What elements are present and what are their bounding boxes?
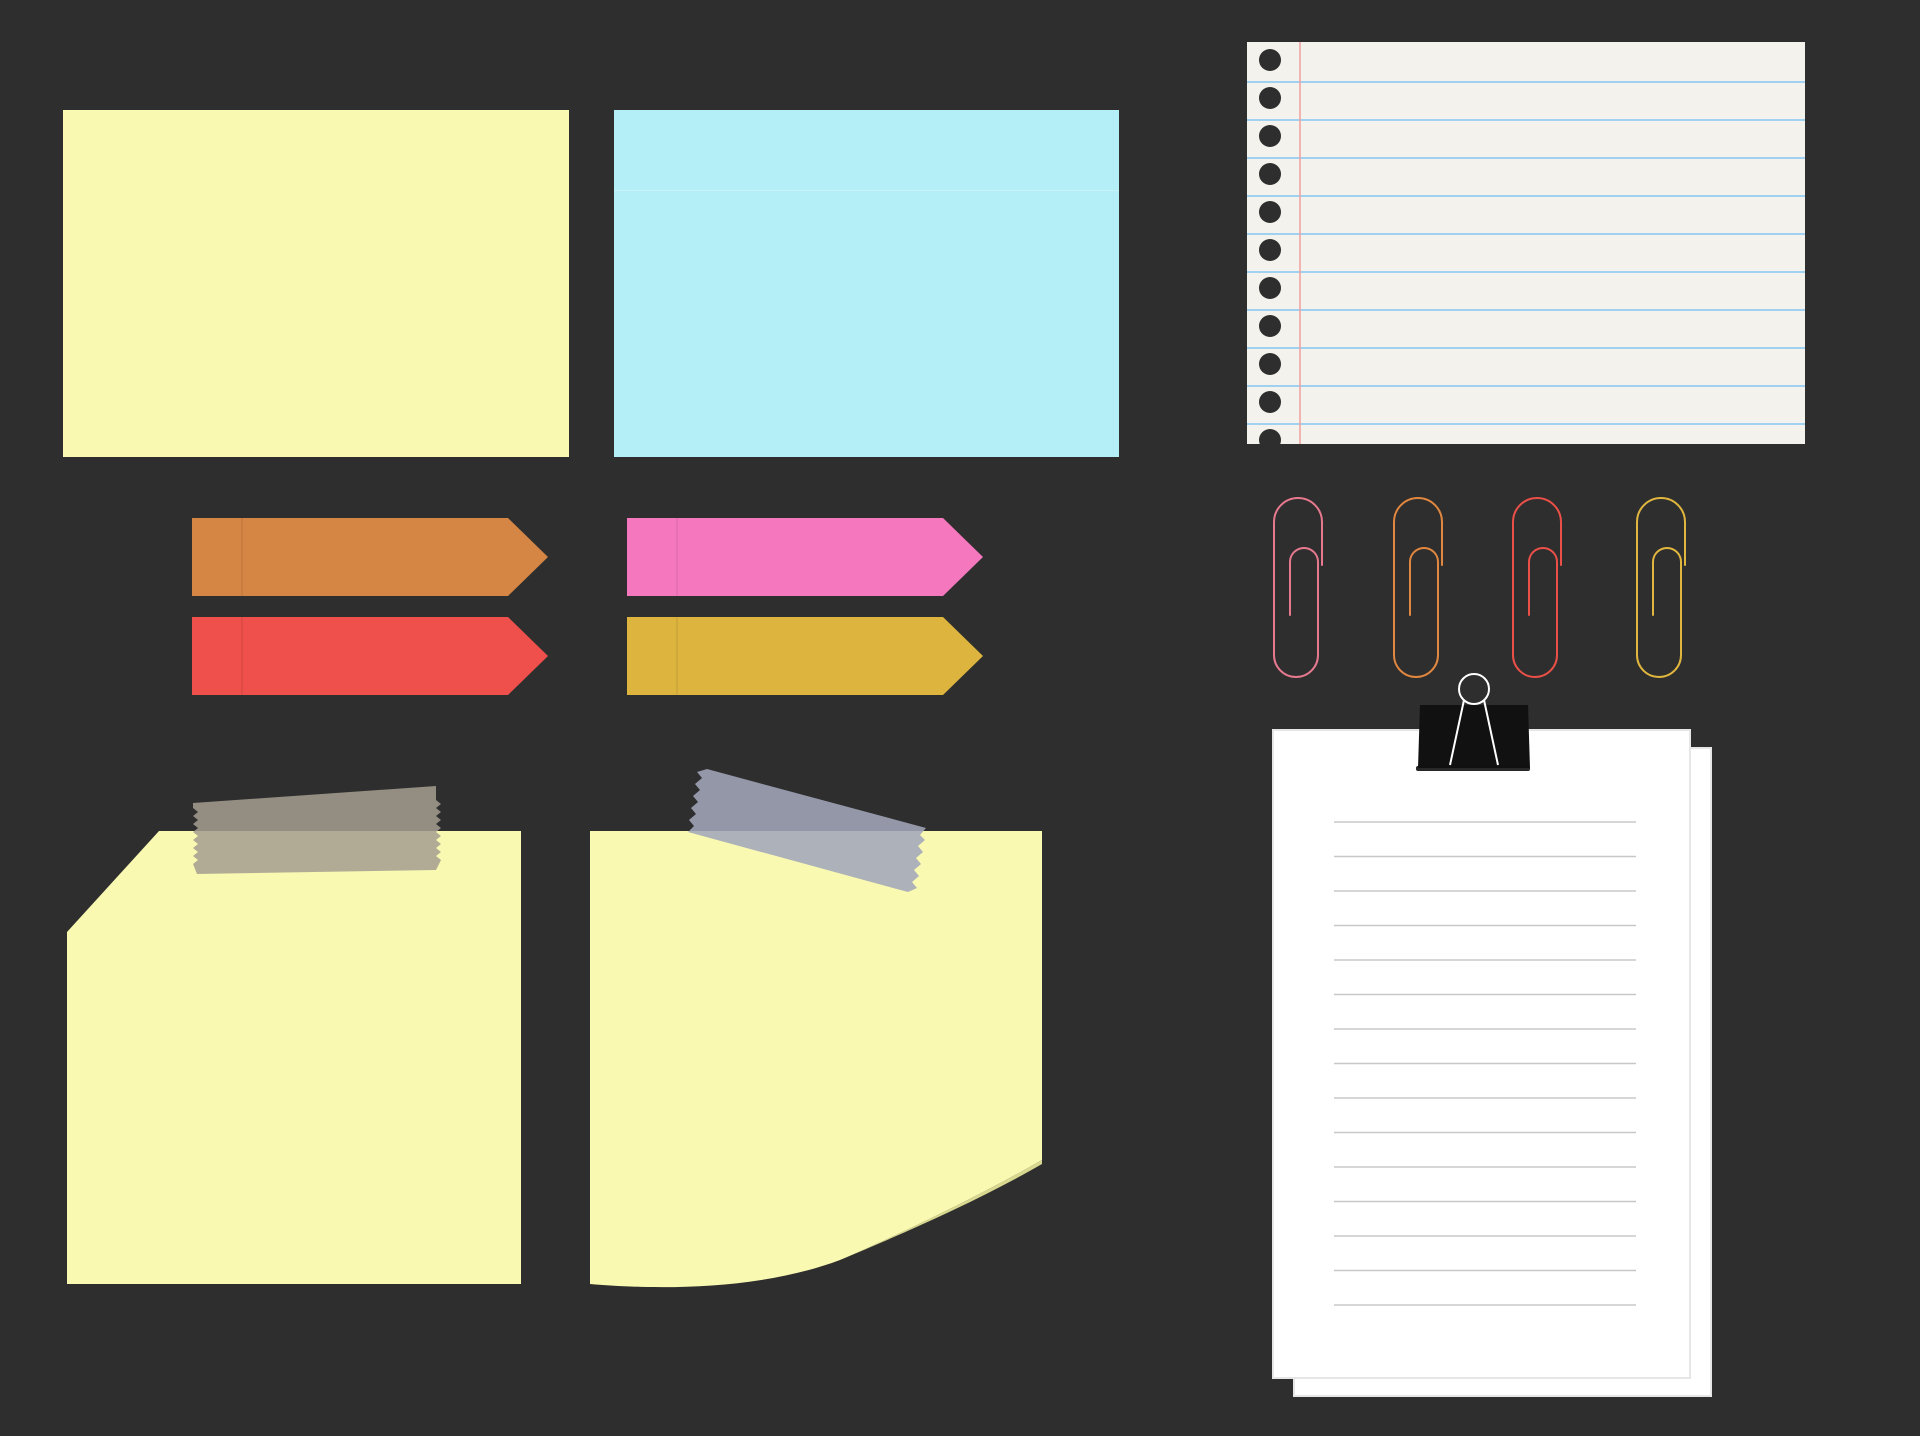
notebook-paper[interactable] bbox=[1247, 42, 1805, 451]
notebook-hole bbox=[1259, 163, 1281, 185]
notebook-hole bbox=[1259, 87, 1281, 109]
notebook-hole bbox=[1259, 315, 1281, 337]
flag-pink[interactable] bbox=[627, 518, 983, 596]
notebook-hole bbox=[1259, 277, 1281, 299]
clipped-paper[interactable] bbox=[1272, 729, 1691, 1379]
notebook-hole bbox=[1259, 429, 1281, 451]
flag-gold[interactable] bbox=[627, 617, 983, 695]
sticky-note-yellow-rect[interactable] bbox=[63, 110, 569, 457]
notebook-hole bbox=[1259, 201, 1281, 223]
notebook-hole bbox=[1259, 49, 1281, 71]
notebook-hole bbox=[1259, 239, 1281, 261]
flag-orange[interactable] bbox=[192, 518, 548, 596]
flag-red[interactable] bbox=[192, 617, 548, 695]
sticky-note-blue-rect[interactable] bbox=[614, 110, 1119, 457]
notebook-hole bbox=[1259, 125, 1281, 147]
notebook-hole bbox=[1259, 391, 1281, 413]
notebook-hole bbox=[1259, 353, 1281, 375]
stationery-canvas bbox=[0, 0, 1920, 1436]
sticky-note-cut-corner[interactable] bbox=[67, 831, 521, 1284]
